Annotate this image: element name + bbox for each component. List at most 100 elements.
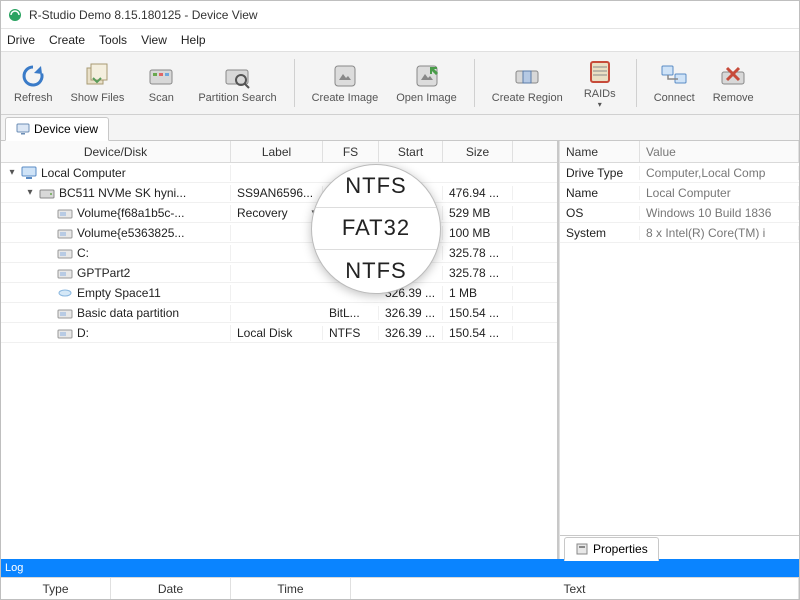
tab-strip: Device view bbox=[1, 115, 799, 141]
start-cell: 326.39 ... bbox=[379, 326, 443, 340]
menu-tools[interactable]: Tools bbox=[99, 33, 127, 47]
properties-icon bbox=[575, 542, 589, 556]
tab-device-view[interactable]: Device view bbox=[5, 117, 109, 141]
label-cell: ▾ bbox=[231, 227, 323, 238]
properties-header: Name Value bbox=[560, 141, 799, 163]
app-icon bbox=[7, 7, 23, 23]
device-name: D: bbox=[77, 326, 89, 340]
table-row[interactable]: C:MB325.78 ... bbox=[1, 243, 557, 263]
device-name: C: bbox=[77, 246, 89, 260]
device-cell: ▾Local Computer bbox=[1, 165, 231, 181]
size-cell: 325.78 ... bbox=[443, 266, 513, 280]
refresh-button[interactable]: Refresh bbox=[9, 54, 58, 112]
property-value: 8 x Intel(R) Core(TM) i bbox=[640, 226, 799, 240]
table-row[interactable]: D:Local DiskNTFS326.39 ...150.54 ... bbox=[1, 323, 557, 343]
work-area: Device/Disk Label FS Start Size ▾Local C… bbox=[1, 141, 799, 559]
property-row[interactable]: OSWindows 10 Build 1836 bbox=[560, 203, 799, 223]
log-col-text[interactable]: Text bbox=[351, 578, 799, 599]
device-cell: Volume{e5363825... bbox=[1, 225, 231, 241]
log-col-time[interactable]: Time bbox=[231, 578, 351, 599]
property-name: OS bbox=[560, 206, 640, 220]
expand-toggle[interactable]: ▾ bbox=[7, 167, 17, 178]
log-col-date[interactable]: Date bbox=[111, 578, 231, 599]
device-name: Volume{e5363825... bbox=[77, 226, 184, 240]
title-bar: R-Studio Demo 8.15.180125 - Device View bbox=[1, 1, 799, 29]
toolbar-label: Show Files bbox=[71, 92, 125, 104]
menu-bar: Drive Create Tools View Help bbox=[1, 29, 799, 51]
toolbar-label: Refresh bbox=[14, 92, 53, 104]
scan-button[interactable]: Scan bbox=[137, 54, 185, 112]
property-row[interactable]: NameLocal Computer bbox=[560, 183, 799, 203]
table-row[interactable]: Basic data partitionBitL...326.39 ...150… bbox=[1, 303, 557, 323]
toolbar: Refresh Show Files Scan Partition Search Cre… bbox=[1, 51, 799, 115]
col-value[interactable]: Value bbox=[640, 141, 799, 162]
properties-panel: Name Value Drive TypeComputer,Local Comp… bbox=[559, 141, 799, 559]
createregion-button[interactable]: Create Region bbox=[487, 54, 568, 112]
log-col-type[interactable]: Type bbox=[1, 578, 111, 599]
psearch-button[interactable]: Partition Search bbox=[193, 54, 281, 112]
refresh-icon bbox=[19, 62, 47, 90]
showfiles-button[interactable]: Show Files bbox=[66, 54, 130, 112]
toolbar-separator bbox=[294, 59, 295, 107]
toolbar-separator bbox=[636, 59, 637, 107]
property-name: Name bbox=[560, 186, 640, 200]
device-cell: Basic data partition bbox=[1, 305, 231, 321]
expand-toggle[interactable]: ▾ bbox=[25, 187, 35, 198]
openimg-button[interactable]: Open Image bbox=[391, 54, 462, 112]
psearch-icon bbox=[223, 62, 251, 90]
toolbar-label: Scan bbox=[149, 92, 174, 104]
menu-view[interactable]: View bbox=[141, 33, 167, 47]
device-tree[interactable]: ▾Local Computer ▾BC511 NVMe SK hyni...SS9… bbox=[1, 163, 557, 559]
size-cell: 1 MB bbox=[443, 286, 513, 300]
size-cell: 150.54 ... bbox=[443, 306, 513, 320]
col-name[interactable]: Name bbox=[560, 141, 640, 162]
property-value: Computer,Local Comp bbox=[640, 166, 799, 180]
col-start[interactable]: Start bbox=[379, 141, 443, 162]
raids-icon bbox=[586, 58, 614, 86]
tab-label: Properties bbox=[593, 542, 648, 556]
property-name: Drive Type bbox=[560, 166, 640, 180]
tab-properties[interactable]: Properties bbox=[564, 537, 659, 561]
col-device[interactable]: Device/Disk bbox=[1, 141, 231, 162]
raids-button[interactable]: RAIDs ▾ bbox=[576, 54, 624, 112]
table-row[interactable]: GPTPart20 MB325.78 ... bbox=[1, 263, 557, 283]
table-row[interactable]: ▾Local Computer bbox=[1, 163, 557, 183]
property-row[interactable]: System8 x Intel(R) Core(TM) i bbox=[560, 223, 799, 243]
device-panel: Device/Disk Label FS Start Size ▾Local C… bbox=[1, 141, 559, 559]
device-cell: D: bbox=[1, 325, 231, 341]
table-row[interactable]: ▾BC511 NVMe SK hyni...SS9AN6596...Bytes4… bbox=[1, 183, 557, 203]
log-header: Type Date Time Text bbox=[1, 577, 799, 599]
vol-icon bbox=[57, 225, 73, 241]
property-row[interactable]: Drive TypeComputer,Local Comp bbox=[560, 163, 799, 183]
tab-label: Device view bbox=[34, 122, 98, 136]
col-size[interactable]: Size bbox=[443, 141, 513, 162]
scan-icon bbox=[147, 62, 175, 90]
device-name: Volume{f68a1b5c-... bbox=[77, 206, 184, 220]
label-cell: Local Disk bbox=[231, 326, 323, 340]
window-title: R-Studio Demo 8.15.180125 - Device View bbox=[29, 8, 258, 22]
computer-icon bbox=[21, 165, 37, 181]
log-title-bar[interactable]: Log bbox=[1, 559, 799, 577]
size-cell: 529 MB bbox=[443, 206, 513, 220]
property-value: Local Computer bbox=[640, 186, 799, 200]
device-cell: Empty Space11 bbox=[1, 285, 231, 301]
table-row[interactable]: Volume{e5363825...▾MB100 MB bbox=[1, 223, 557, 243]
menu-create[interactable]: Create bbox=[49, 33, 85, 47]
table-row[interactable]: Empty Space11326.39 ...1 MB bbox=[1, 283, 557, 303]
remove-icon bbox=[719, 62, 747, 90]
empty-icon bbox=[57, 285, 73, 301]
openimg-icon bbox=[413, 62, 441, 90]
start-cell: 326.39 ... bbox=[379, 306, 443, 320]
device-cell: Volume{f68a1b5c-... bbox=[1, 205, 231, 221]
remove-button[interactable]: Remove bbox=[708, 54, 759, 112]
table-row[interactable]: Volume{f68a1b5c-...Recovery▾B529 MB bbox=[1, 203, 557, 223]
property-name: System bbox=[560, 226, 640, 240]
connect-button[interactable]: Connect bbox=[649, 54, 700, 112]
toolbar-label: Open Image bbox=[396, 92, 457, 104]
menu-drive[interactable]: Drive bbox=[7, 33, 35, 47]
createimg-button[interactable]: Create Image bbox=[307, 54, 384, 112]
col-label[interactable]: Label bbox=[231, 141, 323, 162]
col-fs[interactable]: FS bbox=[323, 141, 379, 162]
toolbar-label: Create Image bbox=[312, 92, 379, 104]
menu-help[interactable]: Help bbox=[181, 33, 206, 47]
